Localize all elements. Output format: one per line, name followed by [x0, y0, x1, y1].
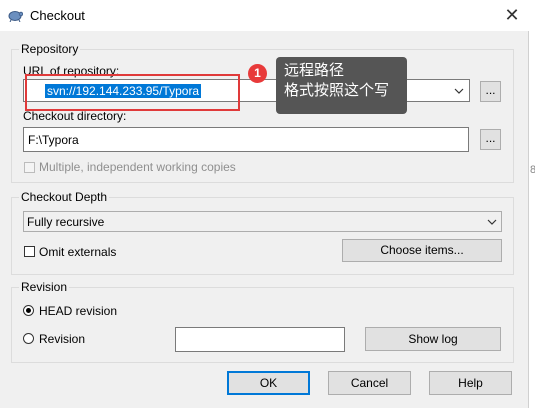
chevron-down-icon	[454, 88, 464, 94]
head-revision-label: HEAD revision	[39, 304, 118, 318]
window-title: Checkout	[30, 8, 85, 23]
choose-items-button[interactable]: Choose items...	[342, 239, 502, 262]
depth-group	[11, 197, 514, 275]
show-log-button[interactable]: Show log	[365, 327, 501, 351]
background-window	[529, 31, 535, 408]
chevron-down-icon	[487, 219, 497, 225]
close-icon[interactable]: ✕	[500, 3, 524, 27]
revision-radio[interactable]	[23, 333, 34, 344]
annotation-callout: 远程路径 格式按照这个写	[276, 57, 407, 114]
checkout-directory-input[interactable]: F:\Typora	[23, 127, 469, 152]
help-button[interactable]: Help	[429, 371, 512, 395]
revision-legend: Revision	[19, 280, 70, 294]
revision-input[interactable]	[175, 327, 345, 352]
cancel-button[interactable]: Cancel	[328, 371, 411, 395]
multiple-copies-label: Multiple, independent working copies	[39, 160, 236, 174]
checkout-directory-value: F:\Typora	[28, 133, 79, 147]
browse-url-button[interactable]: ...	[480, 81, 501, 102]
depth-select[interactable]: Fully recursive	[23, 211, 502, 232]
background-text: 8	[530, 164, 535, 176]
url-highlight-box	[25, 74, 240, 111]
depth-legend: Checkout Depth	[19, 190, 110, 204]
repository-legend: Repository	[19, 42, 81, 56]
omit-externals-checkbox[interactable]	[24, 246, 35, 257]
window-edge	[528, 31, 529, 408]
omit-externals-label: Omit externals	[39, 245, 117, 259]
tortoisesvn-icon	[8, 11, 23, 22]
revision-label: Revision	[39, 332, 86, 346]
depth-selected-value: Fully recursive	[27, 215, 105, 229]
multiple-copies-checkbox[interactable]	[24, 162, 35, 173]
head-revision-radio[interactable]	[23, 305, 34, 316]
annotation-line-1: 远程路径	[284, 62, 345, 79]
annotation-badge: 1	[248, 64, 267, 83]
browse-directory-button[interactable]: ...	[480, 129, 501, 150]
checkout-directory-label: Checkout directory:	[23, 109, 127, 123]
ok-button[interactable]: OK	[227, 371, 310, 395]
annotation-line-2: 格式按照这个写	[284, 82, 390, 99]
